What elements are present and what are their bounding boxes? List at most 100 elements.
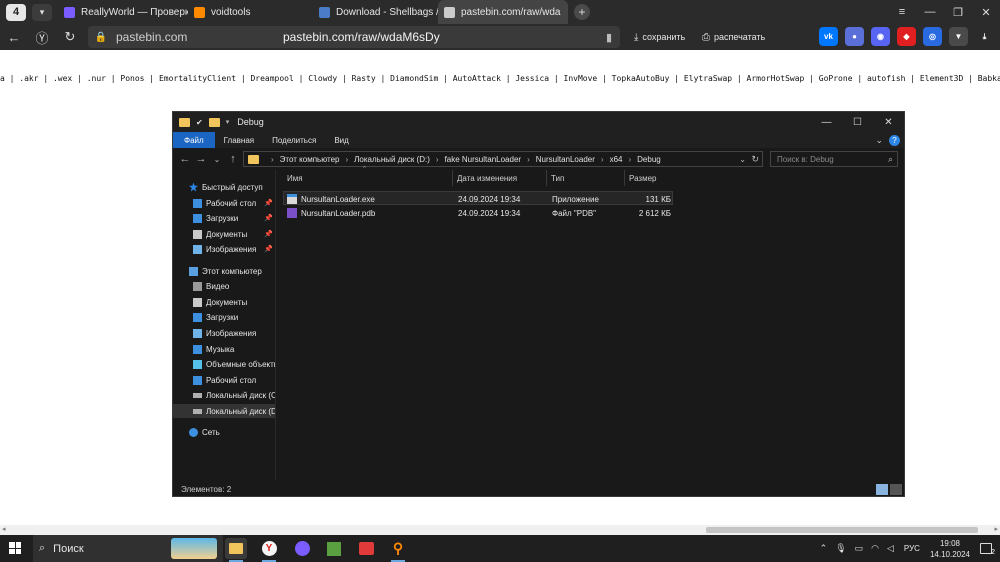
expand-ribbon-icon[interactable]: ⌄ — [875, 135, 883, 146]
restore-button[interactable]: ❐ — [944, 6, 972, 19]
breadcrumb-item[interactable]: Этот компьютер — [280, 155, 340, 164]
close-button[interactable]: ✕ — [873, 112, 904, 132]
browser-tab[interactable]: voidtools — [188, 0, 313, 24]
pin-icon[interactable]: 📌 — [264, 230, 273, 238]
minecraft-taskbar-icon[interactable] — [323, 538, 345, 559]
notification-icon[interactable]: 2 — [980, 543, 995, 556]
properties-icon[interactable]: ✔ — [196, 118, 203, 127]
yandex-icon[interactable]: Ⓨ — [28, 28, 56, 47]
customize-dropdown-icon[interactable]: ▾ — [226, 118, 230, 126]
scroll-left-icon[interactable]: ◂ — [2, 525, 6, 533]
new-folder-icon[interactable] — [208, 117, 220, 127]
sidebar-item-documents-pc[interactable]: Документы — [193, 295, 275, 309]
vk-icon[interactable]: vk — [819, 27, 838, 46]
help-icon[interactable]: ? — [889, 134, 900, 146]
sidebar-item-network[interactable]: Сеть — [189, 425, 275, 439]
scrollbar-thumb[interactable] — [706, 527, 978, 533]
tab-home[interactable]: Главная — [215, 132, 263, 148]
sidebar-item-quick-access[interactable]: Быстрый доступ — [189, 180, 275, 194]
pin-icon[interactable]: 📌 — [264, 245, 273, 253]
address-dropdown-icon[interactable]: ⌄ — [739, 155, 746, 164]
sidebar-item-pictures[interactable]: Изображения 📌 — [193, 242, 275, 256]
discord-taskbar-icon[interactable] — [291, 538, 313, 559]
sidebar-item-drive-d[interactable]: Локальный диск (D:) — [173, 404, 275, 418]
sidebar-item-drive-c[interactable]: Локальный диск (C:) — [193, 388, 275, 402]
search-input[interactable]: Поиск в: Debug ⌕ — [770, 151, 898, 167]
taskbar-search[interactable]: ⌕ Поиск — [33, 535, 223, 562]
language-indicator[interactable]: РУС — [904, 544, 920, 553]
breadcrumb-item[interactable]: NursultanLoader — [536, 155, 595, 164]
file-explorer-taskbar-icon[interactable] — [225, 538, 247, 562]
new-tab-button[interactable]: + — [574, 4, 590, 20]
tab-view[interactable]: Вид — [325, 132, 357, 148]
sidebar-item-pictures-pc[interactable]: Изображения — [193, 326, 275, 340]
tab-counter-button[interactable]: 4 — [6, 3, 26, 21]
red-extension-icon[interactable]: ◆ — [897, 27, 916, 46]
shield-icon[interactable]: ▼ — [949, 27, 968, 46]
breadcrumb-item[interactable]: Локальный диск (D:) — [354, 155, 430, 164]
sidebar-item-this-pc[interactable]: Этот компьютер — [189, 264, 275, 278]
refresh-icon[interactable]: ↻ — [751, 154, 759, 165]
yandex-browser-taskbar-icon[interactable]: Y — [258, 538, 280, 562]
minimize-button[interactable]: — — [916, 6, 944, 18]
print-button[interactable]: ⎙ распечатать — [702, 29, 765, 45]
tabs-dropdown-icon[interactable]: ▾ — [32, 3, 52, 21]
pin-icon[interactable]: 📌 — [264, 214, 273, 222]
url-input[interactable]: 🔒 pastebin.com pastebin.com/raw/wdaM6sDy… — [88, 26, 620, 48]
everything-search-taskbar-icon[interactable]: ⚲ — [387, 538, 409, 562]
column-header-date[interactable]: Дата изменения — [453, 170, 547, 186]
save-button[interactable]: ⤓ сохранить — [634, 29, 685, 45]
sidebar-item-music[interactable]: Музыка — [193, 342, 275, 356]
maximize-button[interactable]: ☐ — [842, 112, 873, 132]
close-tab-icon[interactable]: ✕ — [567, 7, 569, 18]
breadcrumb-item[interactable]: fake NursultanLoader — [445, 155, 522, 164]
scroll-right-icon[interactable]: ▸ — [994, 525, 998, 533]
details-view-icon[interactable] — [876, 483, 888, 495]
column-header-type[interactable]: Тип — [547, 170, 625, 186]
table-row[interactable]: NursultanLoader.pdb 24.09.2024 19:34 Фай… — [283, 206, 673, 220]
battery-icon[interactable]: ▭ — [855, 543, 864, 554]
microphone-icon[interactable]: 🎙 — [835, 543, 846, 554]
sidebar-item-desktop-pc[interactable]: Рабочий стол — [193, 373, 275, 387]
tab-share[interactable]: Поделиться — [263, 132, 325, 148]
globe-icon[interactable]: ● — [845, 27, 864, 46]
wifi-icon[interactable]: ◠ — [871, 543, 879, 554]
sidebar-item-downloads[interactable]: Загрузки 📌 — [193, 211, 275, 225]
discord-icon[interactable]: ◉ — [871, 27, 890, 46]
page-horizontal-scrollbar[interactable]: ◂ ▸ — [0, 525, 1000, 535]
tab-file[interactable]: Файл — [173, 132, 215, 148]
bookmark-icon[interactable]: ▮ — [606, 31, 612, 44]
sidebar-item-video[interactable]: Видео — [193, 279, 275, 293]
recent-dropdown-icon[interactable]: ⌄ — [209, 155, 225, 164]
sidebar-item-3d-objects[interactable]: Объемные объекты — [193, 357, 275, 371]
downloads-icon[interactable]: ⤓ — [975, 27, 994, 46]
menu-icon[interactable]: ≡ — [888, 6, 916, 18]
red-app-taskbar-icon[interactable] — [355, 538, 377, 559]
refresh-icon[interactable]: ↻ — [56, 29, 84, 45]
back-icon[interactable]: ← — [177, 153, 193, 165]
minimize-button[interactable]: — — [811, 112, 842, 132]
up-icon[interactable]: ↑ — [225, 153, 241, 165]
chevron-up-icon[interactable]: ⌃ — [820, 543, 828, 554]
column-header-size[interactable]: Размер — [625, 170, 675, 186]
close-button[interactable]: ✕ — [972, 6, 1000, 19]
pin-icon[interactable]: 📌 — [264, 199, 273, 207]
breadcrumb-item[interactable]: Debug — [637, 155, 661, 164]
sidebar-item-desktop[interactable]: Рабочий стол 📌 — [193, 196, 275, 210]
browser-tab[interactable]: Download - Shellbags / — [313, 0, 438, 24]
browser-tab-active[interactable]: pastebin.com/raw/wda ✕ — [438, 0, 568, 24]
sidebar-item-documents[interactable]: Документы 📌 — [193, 227, 275, 241]
windows-start-icon[interactable] — [9, 542, 21, 554]
blue-extension-icon[interactable]: ◎ — [923, 27, 942, 46]
large-icons-view-icon[interactable] — [890, 483, 902, 495]
breadcrumb[interactable]: › Этот компьютер › Локальный диск (D:) ›… — [243, 151, 763, 167]
table-row[interactable]: NursultanLoader.exe 24.09.2024 19:34 При… — [283, 191, 673, 205]
back-icon[interactable]: ← — [0, 30, 28, 45]
breadcrumb-item[interactable]: x64 — [610, 155, 623, 164]
browser-tab[interactable]: ReallyWorld — Проверка — [58, 0, 188, 24]
speaker-icon[interactable]: ◁ — [887, 543, 894, 554]
sidebar-item-downloads-pc[interactable]: Загрузки — [193, 310, 275, 324]
column-header-name[interactable]: Имя ^ — [283, 166, 453, 186]
clock[interactable]: 19:08 14.10.2024 — [930, 538, 970, 560]
forward-icon[interactable]: → — [193, 153, 209, 165]
